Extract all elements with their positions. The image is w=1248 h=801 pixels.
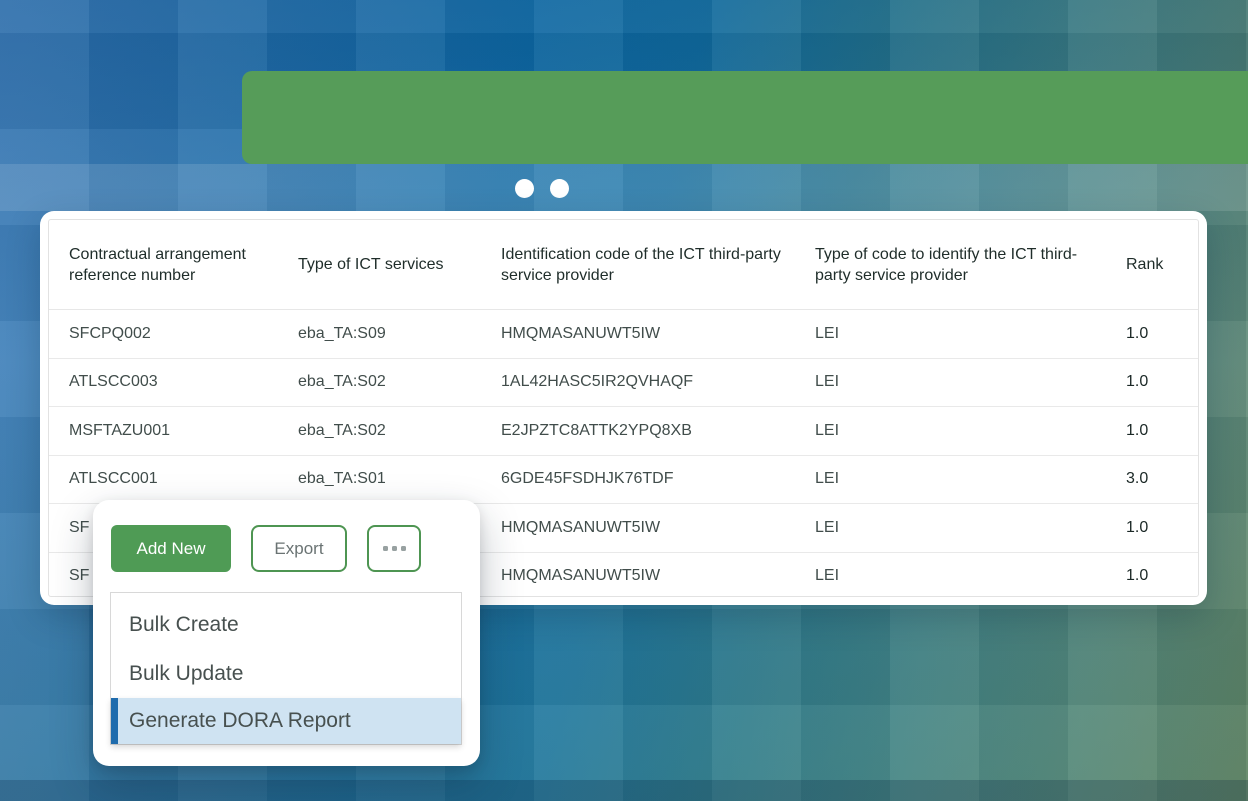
cell-code-type: LEI — [795, 567, 1106, 585]
table-row[interactable]: SFCPQ002 eba_TA:S09 HMQMASANUWT5IW LEI 1… — [49, 310, 1198, 358]
table-row[interactable]: ATLSCC003 eba_TA:S02 1AL42HASC5IR2QVHAQF… — [49, 358, 1198, 407]
window-dot-icon[interactable] — [550, 179, 569, 198]
add-new-button[interactable]: Add New — [111, 525, 231, 572]
window-dot-icon[interactable] — [515, 179, 534, 198]
cell-contract-ref: SFCPQ002 — [49, 325, 278, 343]
actions-toolbar: Add New Export — [111, 525, 421, 572]
cell-rank: 1.0 — [1106, 373, 1198, 391]
cell-provider-id: 6GDE45FSDHJK76TDF — [481, 470, 795, 488]
column-header-rank: Rank — [1106, 254, 1198, 275]
more-actions-button[interactable] — [367, 525, 421, 572]
menu-item-bulk-update[interactable]: Bulk Update — [111, 649, 461, 698]
actions-popup: Add New Export Bulk Create Bulk Update G… — [93, 500, 480, 766]
column-header-ict-service-type: Type of ICT services — [278, 254, 481, 275]
ellipsis-icon — [383, 546, 388, 551]
column-header-code-type: Type of code to identify the ICT third-p… — [795, 244, 1106, 286]
ellipsis-icon — [401, 546, 406, 551]
cell-provider-id: 1AL42HASC5IR2QVHAQF — [481, 373, 795, 391]
cell-rank: 1.0 — [1106, 422, 1198, 440]
more-actions-menu: Bulk Create Bulk Update Generate DORA Re… — [110, 592, 462, 745]
cell-provider-id: HMQMASANUWT5IW — [481, 519, 795, 537]
window-title-bar — [242, 71, 1248, 164]
cell-rank: 1.0 — [1106, 325, 1198, 343]
cell-ict-service-type: eba_TA:S09 — [278, 325, 481, 343]
cell-contract-ref: ATLSCC003 — [49, 373, 278, 391]
menu-item-bulk-create[interactable]: Bulk Create — [111, 600, 461, 649]
column-header-provider-id: Identification code of the ICT third-par… — [481, 244, 795, 286]
column-header-contract-ref: Contractual arrangement reference number — [49, 244, 278, 286]
screenshot-stage: Contractual arrangement reference number… — [0, 0, 1248, 801]
cell-code-type: LEI — [795, 422, 1106, 440]
cell-code-type: LEI — [795, 470, 1106, 488]
table-row[interactable]: ATLSCC001 eba_TA:S01 6GDE45FSDHJK76TDF L… — [49, 455, 1198, 504]
cell-code-type: LEI — [795, 325, 1106, 343]
cell-ict-service-type: eba_TA:S02 — [278, 373, 481, 391]
table-row[interactable]: MSFTAZU001 eba_TA:S02 E2JPZTC8ATTK2YPQ8X… — [49, 406, 1198, 455]
cell-ict-service-type: eba_TA:S02 — [278, 422, 481, 440]
cell-provider-id: E2JPZTC8ATTK2YPQ8XB — [481, 422, 795, 440]
cell-ict-service-type: eba_TA:S01 — [278, 470, 481, 488]
cell-rank: 1.0 — [1106, 567, 1198, 585]
table-header-row: Contractual arrangement reference number… — [49, 220, 1198, 310]
cell-provider-id: HMQMASANUWT5IW — [481, 325, 795, 343]
cell-rank: 1.0 — [1106, 519, 1198, 537]
cell-rank: 3.0 — [1106, 470, 1198, 488]
menu-item-generate-dora-report[interactable]: Generate DORA Report — [111, 698, 461, 744]
export-button[interactable]: Export — [251, 525, 347, 572]
cell-contract-ref: ATLSCC001 — [49, 470, 278, 488]
cell-code-type: LEI — [795, 519, 1106, 537]
cell-provider-id: HMQMASANUWT5IW — [481, 567, 795, 585]
cell-contract-ref: MSFTAZU001 — [49, 422, 278, 440]
cell-code-type: LEI — [795, 373, 1106, 391]
ellipsis-icon — [392, 546, 397, 551]
